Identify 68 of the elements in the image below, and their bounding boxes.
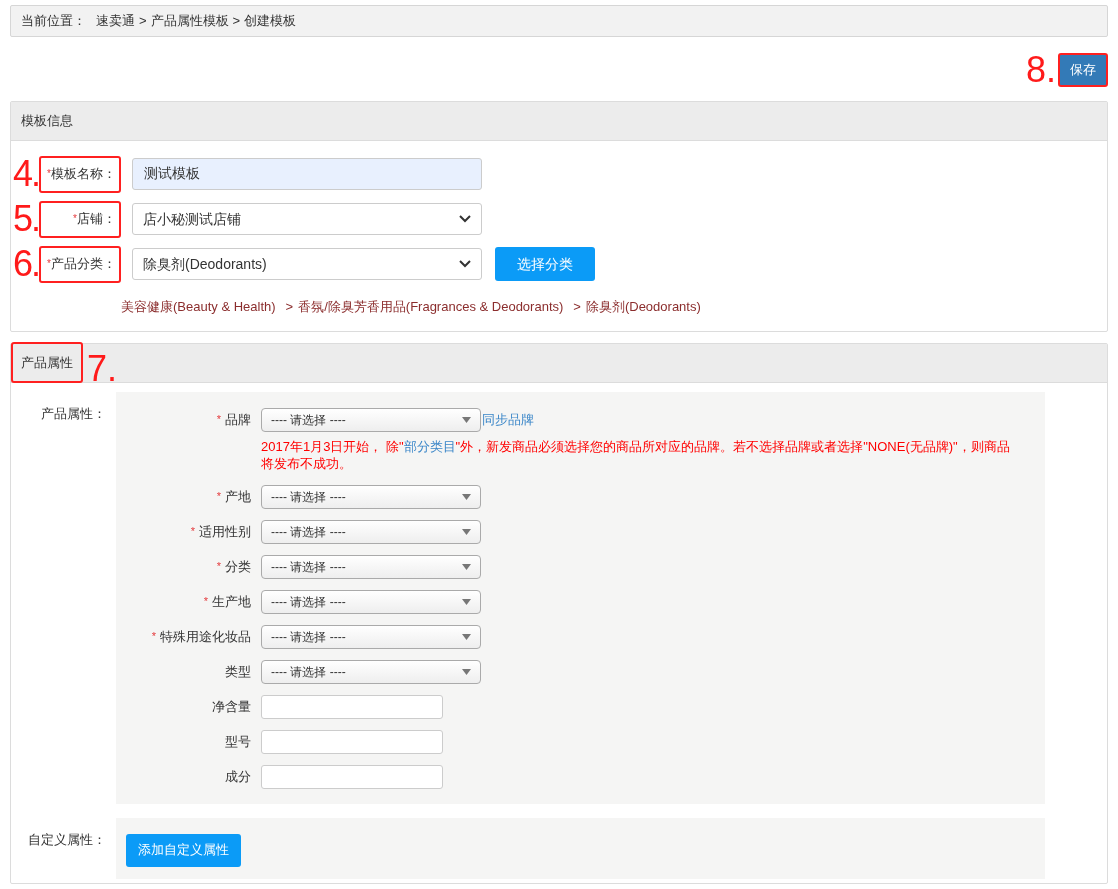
select-dropdown[interactable]: 店小秘测试店铺 (132, 203, 482, 235)
path-separator: > (573, 298, 581, 316)
attribute-label: 成分 (225, 767, 251, 786)
caret-icon (462, 416, 471, 423)
select-dropdown[interactable]: ---- 请选择 ---- (261, 407, 481, 432)
text-input[interactable]: 测试模板 (132, 158, 482, 190)
attribute-label: 产地 (225, 487, 251, 506)
caret-icon (462, 633, 471, 640)
required-mark: * (47, 256, 51, 269)
path-separator: > (285, 298, 294, 316)
required-mark: * (216, 412, 221, 428)
breadcrumb-item: 创建模板 (244, 12, 297, 31)
category-path-item: 香氛/除臭芳香用品(Fragrances & Deodorants) (298, 298, 564, 316)
notice-text: 2017年1月3日开始， 除"部分类目"外，新发商品必须选择您的商品所对应的品牌。若不选择品牌或者选择"NONE(无品牌)"，则商品将发布不成功。 (261, 437, 1011, 472)
category-link[interactable]: 部分类目 (403, 438, 456, 454)
caret-icon (462, 493, 471, 500)
label-text: 店铺： (77, 210, 116, 229)
attribute-label: 生产地 (212, 592, 251, 611)
required-mark: * (190, 524, 195, 540)
required-mark: * (216, 559, 221, 575)
sync-brand-link[interactable]: 同步品牌 (482, 409, 534, 430)
required-mark: * (47, 166, 51, 179)
chevron-icon (459, 260, 471, 268)
annotation-number: 8. (1025, 52, 1056, 88)
annotation-number: 6. (12, 246, 39, 282)
category-path-item: 美容健康(Beauty & Health) (121, 298, 276, 316)
annotation-number: 7. (87, 350, 118, 387)
chevron-icon (459, 215, 471, 223)
select-dropdown[interactable]: ---- 请选择 ---- (261, 659, 481, 684)
caret-icon (462, 668, 471, 675)
attribute-label: 净含量 (212, 697, 251, 716)
select-dropdown[interactable]: ---- 请选择 ---- (261, 554, 481, 579)
annotation-number: 5. (12, 201, 39, 237)
select-dropdown[interactable]: 除臭剂(Deodorants) (132, 248, 482, 280)
select-dropdown[interactable]: ---- 请选择 ---- (261, 484, 481, 509)
category-path-item: 除臭剂(Deodorants) (585, 298, 701, 316)
attribute-label: 分类 (225, 557, 251, 576)
required-mark: * (203, 594, 208, 610)
panel-title: 模板信息 (11, 102, 1107, 141)
select-dropdown[interactable]: ---- 请选择 ---- (261, 519, 481, 544)
text-input[interactable] (261, 729, 443, 754)
save-button[interactable]: 保存 (1058, 53, 1108, 87)
attribute-label: 特殊用途化妆品 (160, 627, 251, 646)
caret-icon (462, 598, 471, 605)
select-dropdown[interactable]: ---- 请选择 ---- (261, 624, 481, 649)
required-mark: * (151, 629, 156, 645)
annotation-number: 4. (12, 156, 39, 192)
attribute-label: 型号 (225, 732, 251, 751)
label-text: 产品分类： (51, 255, 116, 274)
attribute-label: 类型 (225, 662, 251, 681)
breadcrumb-separator: > (139, 12, 147, 31)
breadcrumb-label: 当前位置： (21, 12, 86, 31)
section-label: 自定义属性： (27, 830, 107, 849)
text-input[interactable] (261, 694, 443, 719)
label-text: 模板名称： (51, 165, 116, 184)
caret-icon (462, 563, 471, 570)
caret-icon (462, 528, 471, 535)
required-mark: * (73, 211, 77, 224)
breadcrumb-item[interactable]: 产品属性模板 (150, 11, 229, 31)
section-label: 产品属性： (40, 404, 107, 423)
required-mark: * (216, 489, 221, 505)
attribute-label: 品牌 (225, 410, 251, 429)
attribute-label: 适用性别 (199, 522, 251, 541)
select-dropdown[interactable]: ---- 请选择 ---- (261, 589, 481, 614)
breadcrumb-item[interactable]: 速卖通 (96, 11, 135, 31)
text-input[interactable] (261, 764, 443, 789)
breadcrumb-separator: > (232, 12, 241, 31)
panel-title: 产品属性 (11, 342, 83, 383)
